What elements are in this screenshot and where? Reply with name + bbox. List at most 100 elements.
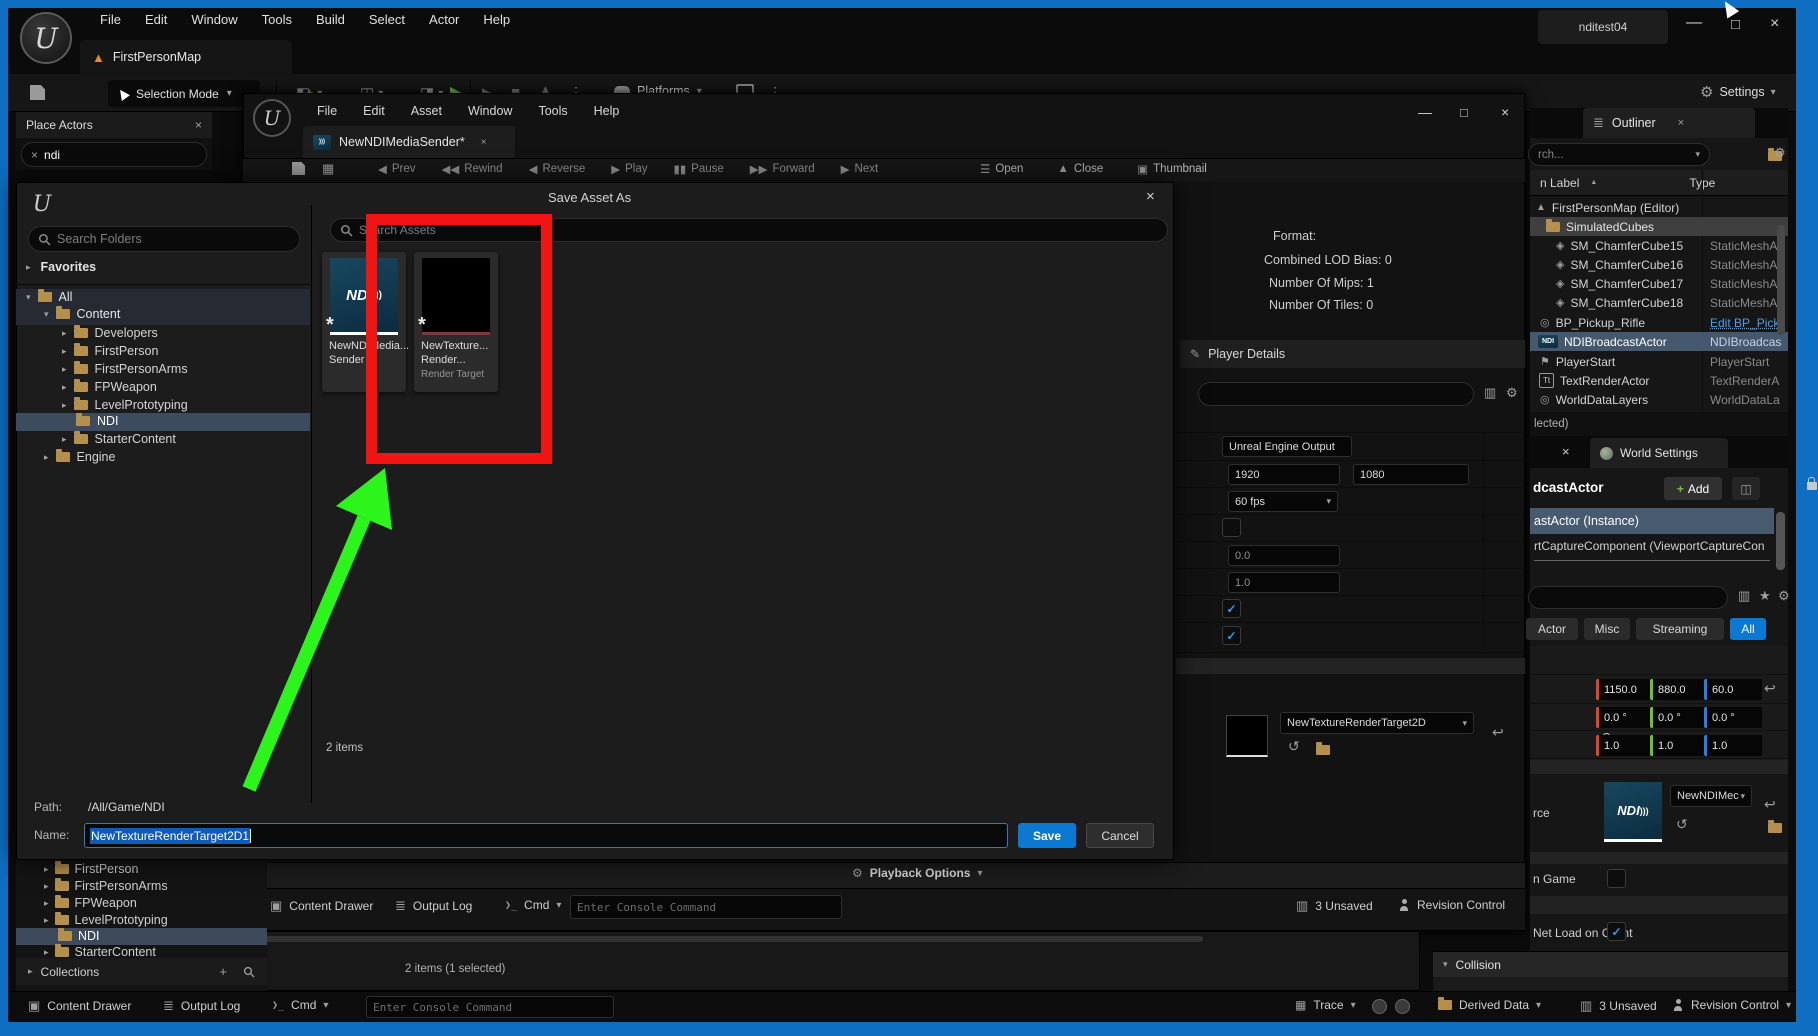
- transport-play[interactable]: ▶Play: [611, 162, 647, 176]
- menu-edit[interactable]: Edit: [363, 104, 385, 118]
- expand-icon[interactable]: ▸: [44, 947, 49, 958]
- ndi-source-dropdown[interactable]: NewNDIMec ▾: [1670, 785, 1752, 807]
- location-y-field[interactable]: 880.0: [1650, 679, 1708, 700]
- clear-search-icon[interactable]: ×: [31, 148, 38, 162]
- tree-item[interactable]: Developers: [95, 326, 158, 340]
- menu-file[interactable]: File: [100, 12, 121, 27]
- media-console-input[interactable]: Enter Console Command: [570, 895, 842, 919]
- media-thumbnail-button[interactable]: ▣Thumbnail: [1137, 162, 1207, 176]
- outliner-row[interactable]: Tt TextRenderActor TextRenderA: [1530, 371, 1788, 390]
- transport-reverse[interactable]: ◀Reverse: [529, 162, 586, 176]
- outliner-header[interactable]: n Label ▲ Type: [1530, 170, 1788, 196]
- rotation-y-field[interactable]: 0.0 °: [1650, 707, 1708, 728]
- snapshot-icon[interactable]: [1395, 999, 1410, 1014]
- bg-tree-item[interactable]: StarterContent: [75, 945, 156, 959]
- width-field[interactable]: 1920: [1228, 464, 1340, 485]
- media-close-button[interactable]: ×: [1501, 104, 1509, 120]
- gear-icon[interactable]: ⚙: [1506, 385, 1518, 401]
- minimize-button[interactable]: —: [1686, 14, 1702, 32]
- components-scrollbar[interactable]: [1776, 512, 1785, 570]
- expand-icon[interactable]: ▸: [62, 346, 67, 357]
- outliner-scrollbar[interactable]: [1777, 225, 1785, 335]
- close-icon[interactable]: ×: [195, 118, 202, 132]
- table-view-icon[interactable]: ▥: [1738, 588, 1750, 604]
- selection-mode-dropdown[interactable]: Selection Mode ▾: [108, 80, 260, 107]
- tree-item[interactable]: LevelPrototyping: [95, 398, 188, 412]
- rotation-x-field[interactable]: 0.0 °: [1596, 707, 1654, 728]
- filter-misc[interactable]: Misc: [1584, 618, 1630, 640]
- menu-tools[interactable]: Tools: [262, 12, 292, 27]
- name-input[interactable]: NewTextureRenderTarget2D1: [84, 823, 1008, 848]
- cmd-dropdown[interactable]: ❯_ Cmd ▾: [272, 998, 328, 1012]
- media-revision-control-button[interactable]: Revision Control: [1398, 898, 1505, 912]
- insights-icon[interactable]: [1372, 999, 1387, 1014]
- framerate-dropdown[interactable]: 60 fps ▾: [1228, 491, 1338, 512]
- menu-help[interactable]: Help: [483, 12, 510, 27]
- transport-next[interactable]: ▶Next: [841, 162, 879, 176]
- use-selected-icon[interactable]: ↺: [1676, 816, 1688, 833]
- transport-forward[interactable]: ▶▶Forward: [750, 162, 815, 176]
- details-search[interactable]: [1528, 586, 1728, 609]
- add-collection-icon[interactable]: +: [219, 964, 227, 979]
- menu-edit[interactable]: Edit: [145, 12, 167, 27]
- media-browse-icon[interactable]: ▦: [322, 161, 334, 177]
- tab-level[interactable]: ▲ FirstPersonMap: [80, 40, 292, 74]
- favorites-star-icon[interactable]: ★: [1759, 588, 1771, 604]
- expand-icon[interactable]: ▸: [62, 328, 67, 339]
- tree-item-content[interactable]: Content: [77, 307, 121, 321]
- render-target-thumbnail[interactable]: [1226, 715, 1268, 757]
- panel-close-icon[interactable]: ×: [1562, 444, 1570, 459]
- menu-window[interactable]: Window: [191, 12, 237, 27]
- media-open-button[interactable]: ☰Open: [980, 162, 1023, 176]
- reset-source-icon[interactable]: ↩: [1764, 796, 1776, 813]
- player-name-field[interactable]: [1198, 382, 1474, 406]
- net-load-checkbox[interactable]: ✓: [1607, 922, 1626, 941]
- scale-z-field[interactable]: 1.0: [1704, 735, 1762, 756]
- add-component-button[interactable]: + Add: [1664, 477, 1722, 500]
- output-log-button[interactable]: ≣ Output Log: [163, 998, 240, 1014]
- menu-build[interactable]: Build: [316, 12, 345, 27]
- bg-tree-item[interactable]: FirstPerson: [75, 862, 139, 876]
- horizontal-scrollbar[interactable]: [253, 936, 1203, 942]
- outliner-row[interactable]: ▲ FirstPersonMap (Editor): [1530, 198, 1788, 217]
- content-drawer-button[interactable]: ▣ Content Drawer: [28, 998, 131, 1014]
- revision-control-button[interactable]: Revision Control ▾: [1672, 998, 1791, 1012]
- maximize-button[interactable]: □: [1731, 16, 1740, 33]
- outliner-row[interactable]: ◈ SM_ChamferCube17 StaticMeshA: [1530, 274, 1788, 293]
- media-save-icon[interactable]: [292, 162, 305, 175]
- close-button[interactable]: ×: [1770, 15, 1779, 33]
- settings-dropdown[interactable]: ⚙ Settings ▾: [1700, 83, 1776, 101]
- location-x-field[interactable]: 1150.0: [1596, 679, 1654, 700]
- render-target-dropdown[interactable]: NewTextureRenderTarget2D ▾: [1280, 712, 1474, 734]
- outliner-row[interactable]: ◈ SM_ChamferCube16 StaticMeshA: [1530, 255, 1788, 274]
- save-button[interactable]: Save: [1018, 823, 1076, 848]
- dialog-close-icon[interactable]: ×: [1146, 188, 1155, 205]
- expand-icon[interactable]: ▸: [62, 364, 67, 375]
- reset-location-icon[interactable]: ↩: [1764, 680, 1776, 697]
- rotation-z-field[interactable]: 0.0 °: [1704, 707, 1762, 728]
- tree-item[interactable]: FirstPerson: [95, 344, 159, 358]
- outliner-row[interactable]: ◎ BP_Pickup_Rifle Edit BP_Pick: [1530, 313, 1788, 332]
- scale-y-field[interactable]: 1.0: [1650, 735, 1708, 756]
- media-maximize-button[interactable]: □: [1460, 105, 1468, 120]
- media-content-drawer-button[interactable]: ▣ Content Drawer: [270, 898, 373, 914]
- option-checkbox-on-2[interactable]: ✓: [1222, 626, 1241, 645]
- favorites-section[interactable]: ▸ Favorites: [26, 260, 96, 274]
- location-z-field[interactable]: 60.0: [1704, 679, 1762, 700]
- height-field[interactable]: 1080: [1353, 464, 1469, 485]
- outliner-row[interactable]: ◎ WorldDataLayers WorldDataLa: [1530, 390, 1788, 409]
- menu-actor[interactable]: Actor: [429, 12, 459, 27]
- outliner-row[interactable]: ◈ SM_ChamferCube15 StaticMeshA: [1530, 236, 1788, 255]
- unlock-icon[interactable]: [1807, 482, 1817, 490]
- browse-to-asset-icon[interactable]: [1768, 823, 1782, 833]
- start-value-field[interactable]: 0.0: [1228, 545, 1340, 566]
- expand-icon[interactable]: ▸: [44, 881, 49, 892]
- reset-icon[interactable]: ↩: [1492, 724, 1504, 741]
- world-settings-tab[interactable]: World Settings: [1590, 438, 1728, 468]
- place-actors-search[interactable]: × ndi: [21, 142, 207, 167]
- menu-help[interactable]: Help: [594, 104, 620, 118]
- expand-icon[interactable]: ▸: [44, 864, 49, 875]
- tab-close-icon[interactable]: ×: [481, 137, 487, 148]
- collision-section-header[interactable]: ▾ Collision: [1433, 951, 1788, 977]
- search-icon[interactable]: [243, 966, 255, 978]
